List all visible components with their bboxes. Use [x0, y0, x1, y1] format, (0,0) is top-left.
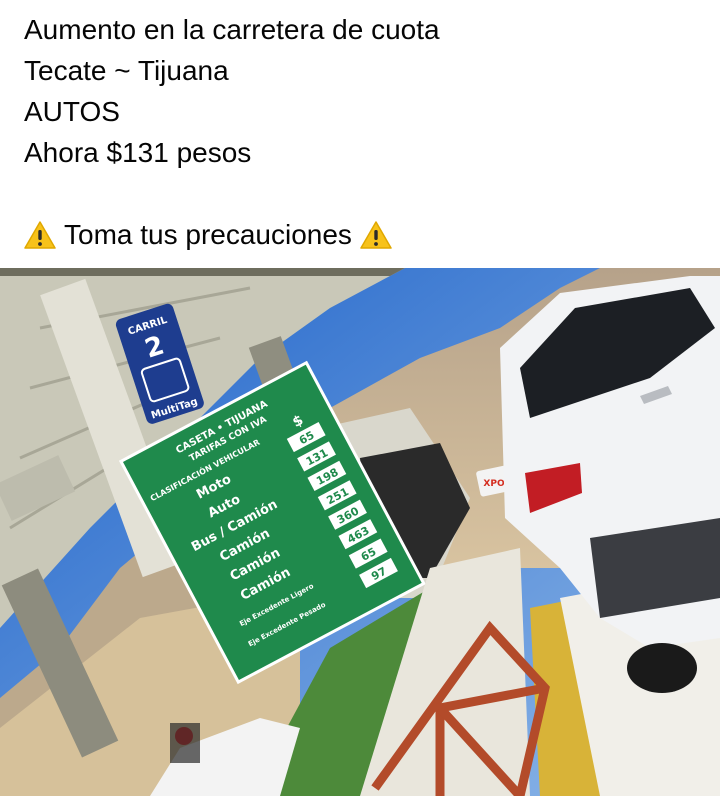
caption-line-2: Tecate ~ Tijuana	[24, 55, 229, 86]
caption-line-1: Aumento en la carretera de cuota	[24, 14, 440, 45]
xpo-sign: XPO	[483, 479, 505, 489]
post-photo[interactable]: CARRIL 2 MultiTag CASETA • TIJUANA TARIF…	[0, 268, 720, 796]
caption-line-4: Ahora $131 pesos	[24, 137, 252, 168]
post-caption: Aumento en la carretera de cuota Tecate …	[24, 9, 704, 255]
caption-warning-line: Toma tus precauciones	[24, 214, 704, 255]
warning-icon	[24, 220, 56, 249]
warning-text: Toma tus precauciones	[64, 219, 352, 250]
caption-line-3: AUTOS	[24, 96, 120, 127]
warning-icon	[360, 220, 392, 249]
toll-booth-scene: CARRIL 2 MultiTag CASETA • TIJUANA TARIF…	[0, 268, 720, 796]
